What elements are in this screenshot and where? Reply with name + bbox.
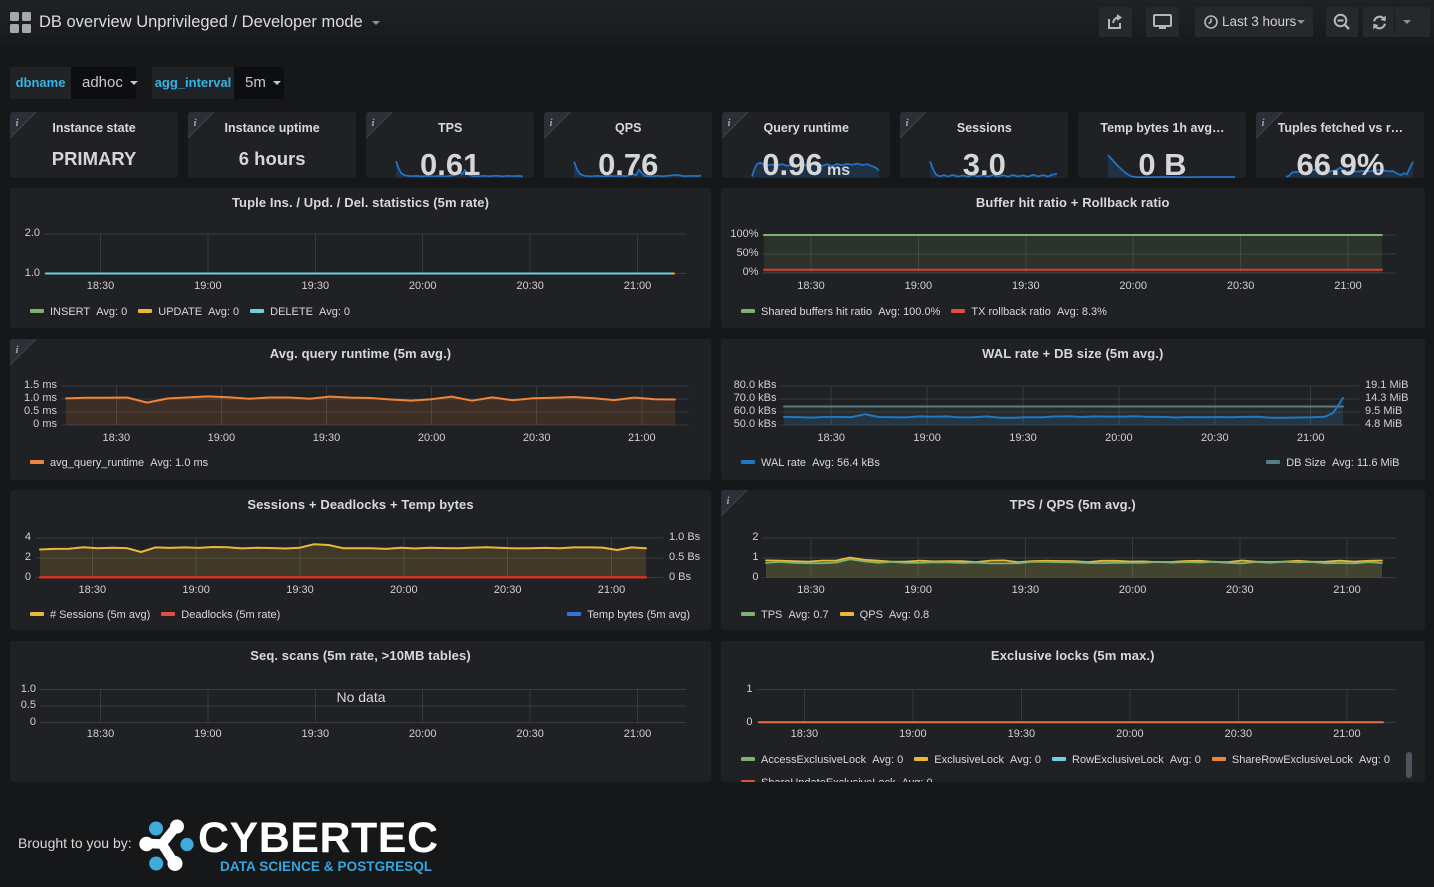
svg-text:CYBERTEC: CYBERTEC: [198, 814, 439, 862]
svg-text:DATA SCIENCE & POSTGRESQL: DATA SCIENCE & POSTGRESQL: [220, 859, 432, 874]
